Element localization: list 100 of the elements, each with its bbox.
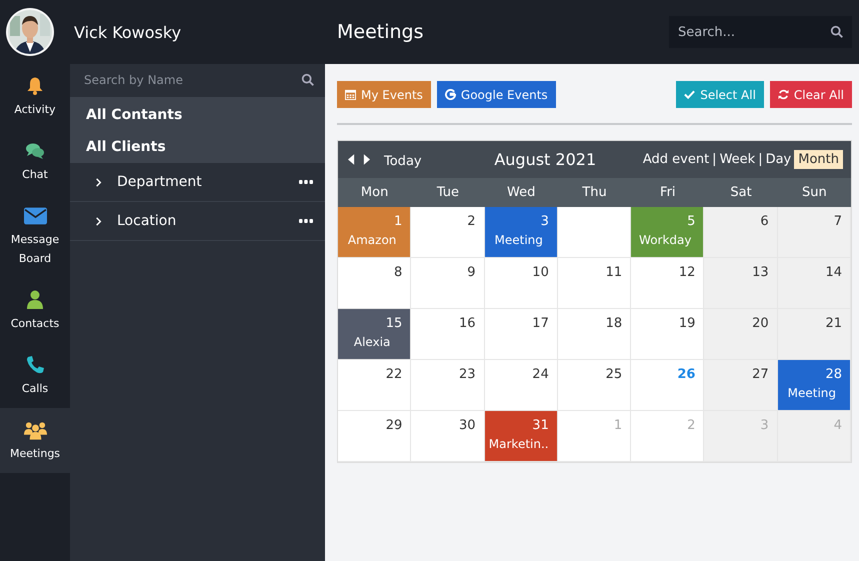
separator: | (758, 152, 763, 167)
nav-item[interactable]: Message Board (0, 194, 70, 278)
toolbar-button[interactable]: Google Events (436, 81, 556, 108)
view-link[interactable]: Add event (642, 152, 710, 167)
day-cell[interactable]: 23 (411, 360, 485, 411)
day-number: 17 (532, 315, 549, 333)
day-cell[interactable]: 14 (778, 258, 851, 309)
day-cell[interactable]: 21 (778, 309, 851, 360)
weekday-header: Fri (631, 178, 704, 207)
envelope-icon (24, 206, 46, 226)
next-icon[interactable] (363, 154, 370, 165)
day-cell[interactable]: 10 (484, 258, 558, 309)
day-number: 23 (459, 366, 476, 384)
day-number: 6 (760, 213, 769, 231)
search-icon (301, 73, 315, 87)
day-number: 16 (459, 315, 476, 333)
day-number: 20 (752, 315, 769, 333)
chevron-icon[interactable] (94, 176, 103, 188)
day-number: 18 (606, 315, 622, 333)
day-cell[interactable]: 11 (558, 258, 632, 309)
phone-icon (25, 355, 45, 375)
view-link[interactable]: Day (766, 152, 792, 167)
group-label[interactable]: Location (117, 213, 285, 229)
day-cell[interactable]: 20 (704, 309, 778, 360)
day-cell[interactable]: 7 (778, 207, 851, 258)
day-cell[interactable]: 31 Marketin.. (484, 411, 558, 462)
view-link[interactable]: Week (720, 152, 756, 167)
previous-icon[interactable] (348, 154, 355, 165)
bell-icon (25, 76, 45, 96)
day-cell[interactable]: 29 (338, 411, 412, 462)
weekday-header: Sun (778, 178, 851, 207)
check-icon (684, 89, 696, 100)
page-title: Meetings (337, 21, 424, 43)
day-number: 25 (606, 366, 622, 384)
day-number: 1 (614, 417, 622, 435)
day-cell[interactable]: 28 Meeting (778, 360, 851, 411)
event-label: Marketin.. (488, 437, 549, 451)
day-number: 13 (752, 264, 769, 282)
toolbar-button[interactable]: Clear All (770, 81, 852, 108)
event-label: Alexia (354, 335, 390, 349)
nav-item[interactable]: Contacts (0, 278, 70, 343)
view-link[interactable]: Month (794, 150, 843, 169)
weekday-header: Wed (484, 178, 558, 207)
day-number: 22 (386, 366, 402, 384)
event-label: Amazon (348, 233, 396, 247)
calendar-title: August 2021 (494, 150, 596, 169)
day-number: 21 (825, 315, 842, 333)
day-cell[interactable]: 22 (338, 360, 412, 411)
nav-item[interactable]: Meetings (0, 408, 70, 473)
nav-item[interactable]: Chat (0, 129, 70, 194)
chevron-icon[interactable] (94, 216, 103, 226)
more-icon[interactable] (299, 180, 313, 184)
nav-item[interactable]: Calls (0, 343, 70, 408)
weekday-header: Tue (411, 178, 485, 207)
day-cell[interactable]: 9 (411, 258, 485, 309)
event-label: Meeting (494, 233, 543, 247)
day-number: 10 (532, 264, 549, 282)
day-number: 5 (687, 213, 696, 231)
day-number: 4 (834, 417, 842, 435)
day-cell[interactable]: 18 (558, 309, 632, 360)
group-icon (24, 420, 46, 440)
day-number: 31 (532, 417, 549, 435)
search-field[interactable]: Search... (669, 16, 852, 48)
day-number: 12 (678, 264, 696, 282)
day-number: 1 (394, 213, 402, 231)
filter-link[interactable]: All Contants (86, 105, 309, 125)
day-number: 29 (386, 417, 402, 435)
day-cell[interactable]: 3 Meeting (484, 207, 558, 258)
day-cell[interactable]: 16 (411, 309, 485, 360)
calendar-icon (345, 89, 356, 100)
day-number: 19 (678, 315, 696, 333)
event-label: Meeting (788, 386, 836, 400)
day-cell[interactable]: 27 (704, 360, 778, 411)
search-icon (830, 25, 844, 39)
day-number: 28 (825, 366, 842, 384)
today-link[interactable]: Today (384, 150, 422, 168)
day-number: 27 (752, 366, 769, 384)
separator: | (712, 152, 717, 167)
event-label: Workday (639, 233, 692, 247)
day-cell[interactable]: 13 (704, 258, 778, 309)
day-cell[interactable]: 15 Alexia (338, 309, 412, 360)
day-cell[interactable]: 17 (484, 309, 558, 360)
day-number: 9 (467, 264, 476, 282)
chat-icon (25, 141, 45, 161)
google-icon (444, 89, 456, 100)
day-number: 2 (687, 417, 696, 435)
day-number: 26 (677, 366, 696, 384)
group-label[interactable]: Department (117, 174, 285, 190)
more-icon[interactable] (299, 219, 313, 223)
weekday-header: Sat (704, 178, 778, 207)
day-cell[interactable]: 25 (558, 360, 632, 411)
day-number: 3 (540, 213, 549, 231)
nav-item[interactable]: Activity (0, 64, 70, 129)
day-number: 3 (760, 417, 769, 435)
day-number: 14 (825, 264, 842, 282)
user-name: Vick Kowosky (74, 22, 182, 42)
day-number: 24 (532, 366, 549, 384)
day-cell[interactable]: 6 (704, 207, 778, 258)
day-number: 15 (386, 315, 402, 333)
filter-link[interactable]: All Clients (86, 137, 309, 157)
